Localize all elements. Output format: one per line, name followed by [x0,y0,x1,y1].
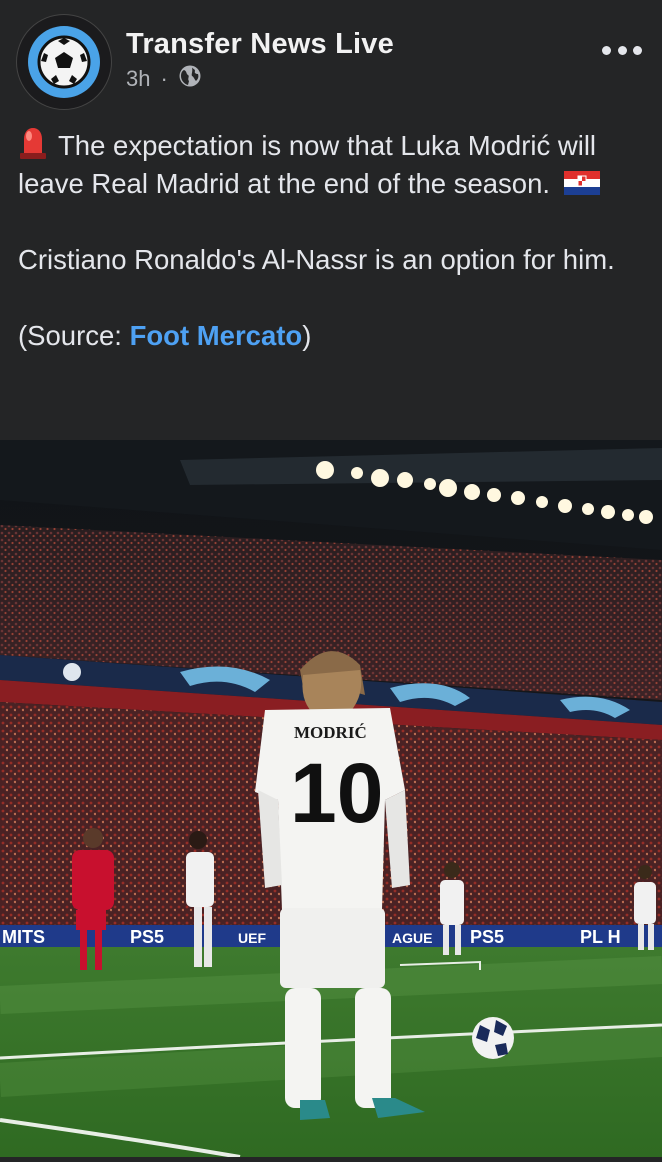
post-photo[interactable]: MITS PS5 UEF AGUE PS5 PL H MODRIĆ 10 [0,440,662,1159]
board-text-left: MITS [2,927,45,947]
board-uefa: UEF [238,930,266,946]
post-meta: 3h · [126,64,202,94]
page-name[interactable]: Transfer News Live [126,28,394,61]
board-ps5-1: PS5 [130,927,164,947]
shirt-number: 10 [290,746,383,840]
page-avatar[interactable] [16,14,112,110]
siren-emoji [18,126,48,160]
source-prefix: (Source: [18,320,130,351]
post-line-1: The expectation is now that Luka Modrić … [18,130,597,199]
globe-icon [178,64,202,94]
board-right: PL H [580,927,621,947]
post-text: The expectation is now that Luka Modrić … [18,126,648,355]
dot [633,45,642,55]
dot [617,45,627,55]
dot [602,45,611,55]
source-link[interactable]: Foot Mercato [130,320,303,351]
board-ps5-2: PS5 [470,927,504,947]
shirt-name: MODRIĆ [294,723,367,742]
football [472,1017,514,1059]
post-paragraph-3: (Source: Foot Mercato) [18,317,648,355]
board-league: AGUE [392,930,432,946]
post-header: Transfer News Live 3h · [0,0,662,120]
meta-separator: · [160,66,168,91]
source-suffix: ) [302,320,312,351]
post-time[interactable]: 3h [126,66,150,92]
post-paragraph-1: The expectation is now that Luka Modrić … [18,126,648,203]
croatia-flag-emoji [563,167,600,195]
football-logo-icon [28,26,100,98]
more-dots-icon[interactable] [602,38,642,62]
post-paragraph-2: Cristiano Ronaldo's Al-Nassr is an optio… [18,244,615,275]
